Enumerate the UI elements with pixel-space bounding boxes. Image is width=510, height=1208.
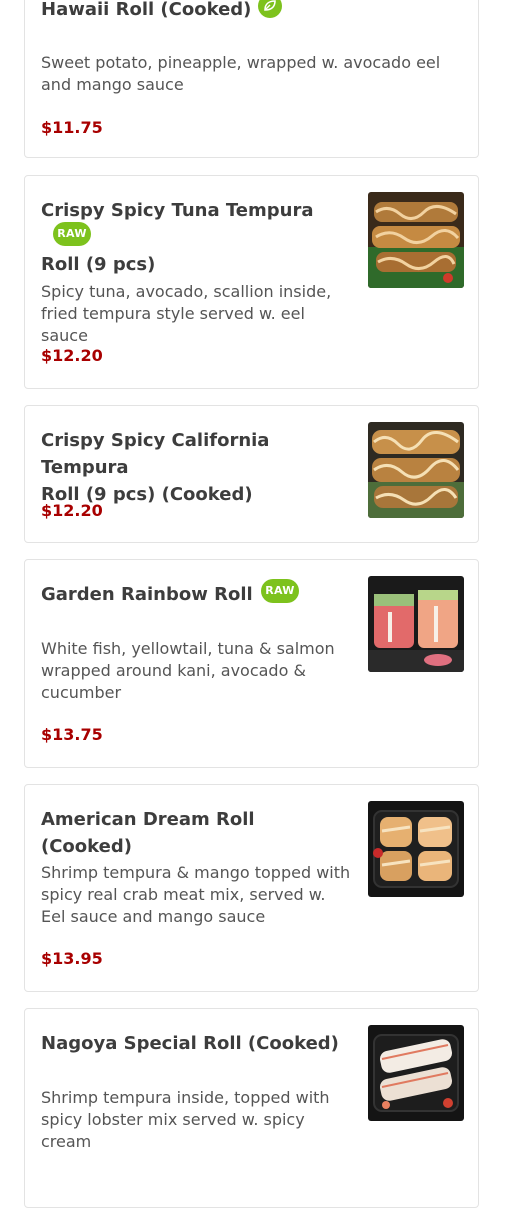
- item-title: Nagoya Special Roll (Cooked): [41, 1030, 351, 1057]
- item-title: Crispy Spicy California Tempura Roll (9 …: [41, 427, 351, 508]
- item-description: Sweet potato, pineapple, wrapped w. avoc…: [41, 53, 441, 94]
- item-name: Garden Rainbow Roll: [41, 584, 253, 605]
- item-description: White fish, yellowtail, tuna & salmon wr…: [41, 639, 335, 702]
- raw-badge: RAW: [260, 579, 299, 603]
- item-price: $11.75: [41, 118, 103, 137]
- leaf-icon: [257, 0, 282, 18]
- menu-item-card[interactable]: Garden Rainbow Roll RAW White fish, yell…: [24, 559, 479, 768]
- menu-item-card[interactable]: Hawaii Roll (Cooked) Sweet potato, pinea…: [24, 0, 479, 158]
- item-photo[interactable]: [368, 1025, 464, 1121]
- item-photo[interactable]: [368, 422, 464, 518]
- raw-badge: RAW: [53, 222, 91, 246]
- item-photo[interactable]: [368, 192, 464, 288]
- item-title: Hawaii Roll (Cooked): [41, 0, 282, 23]
- item-price: $13.75: [41, 725, 103, 744]
- item-photo[interactable]: [368, 801, 464, 897]
- item-price: $12.20: [41, 346, 103, 365]
- item-title: American Dream Roll (Cooked): [41, 806, 351, 860]
- menu-item-card[interactable]: Nagoya Special Roll (Cooked) Shrimp temp…: [24, 1008, 479, 1208]
- item-description: Shrimp tempura inside, topped with spicy…: [41, 1088, 330, 1151]
- item-photo[interactable]: [368, 576, 464, 672]
- menu-item-card[interactable]: Crispy Spicy Tuna Tempura RAW Roll (9 pc…: [24, 175, 479, 389]
- menu-item-card[interactable]: Crispy Spicy California Tempura Roll (9 …: [24, 405, 479, 543]
- item-description: Spicy tuna, avocado, scallion inside, fr…: [41, 282, 332, 345]
- item-price: $13.95: [41, 949, 103, 968]
- item-name: Nagoya Special Roll (Cooked): [41, 1033, 339, 1054]
- item-name-line: Crispy Spicy Tuna Tempura: [41, 200, 314, 221]
- item-name: American Dream Roll (Cooked): [41, 809, 255, 857]
- item-name-line: Crispy Spicy California Tempura: [41, 430, 270, 478]
- item-name: Hawaii Roll (Cooked): [41, 0, 252, 20]
- menu-item-card[interactable]: American Dream Roll (Cooked) Shrimp temp…: [24, 784, 479, 992]
- item-name-line: Roll (9 pcs): [41, 254, 156, 275]
- item-description: Shrimp tempura & mango topped with spicy…: [41, 863, 351, 926]
- item-title: Garden Rainbow Roll RAW: [41, 579, 341, 608]
- item-title: Crispy Spicy Tuna Tempura RAW Roll (9 pc…: [41, 197, 341, 278]
- item-price: $12.20: [41, 501, 103, 520]
